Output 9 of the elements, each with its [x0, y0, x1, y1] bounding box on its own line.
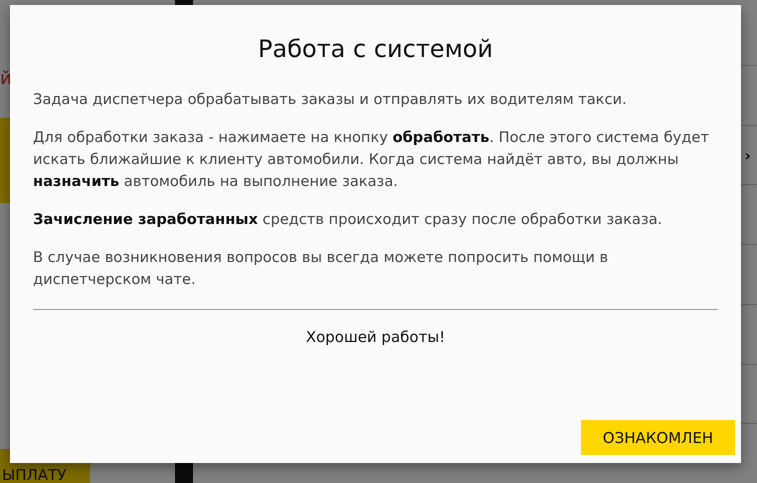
chevron-text: ›: [744, 146, 751, 165]
paragraph: Для обработки заказа - нажимаете на кнопку обработать. После этого система будет искать ближайшие к клиенту автомобили. Когда система найдёт авто, вы должны назначить автомобиль на выполнение заказа.: [33, 128, 710, 192]
paragraph: Задача диспетчера обрабатывать заказы и отправлять их водителям такси.: [33, 90, 628, 110]
paragraph: В случае возникновения вопросов вы всегда можете попросить помощи в диспетчерском чате.: [33, 248, 610, 290]
paragraph: Зачисление заработанных средств происходит сразу после обработки заказа.: [33, 210, 664, 230]
closing-text: Хорошей работы!: [304, 328, 446, 346]
dialog-title: Работа с системой: [257, 35, 494, 63]
acknowledge-button[interactable]: ОЗНАКОМЛЕН: [581, 420, 735, 455]
background-text: й: [0, 70, 13, 88]
